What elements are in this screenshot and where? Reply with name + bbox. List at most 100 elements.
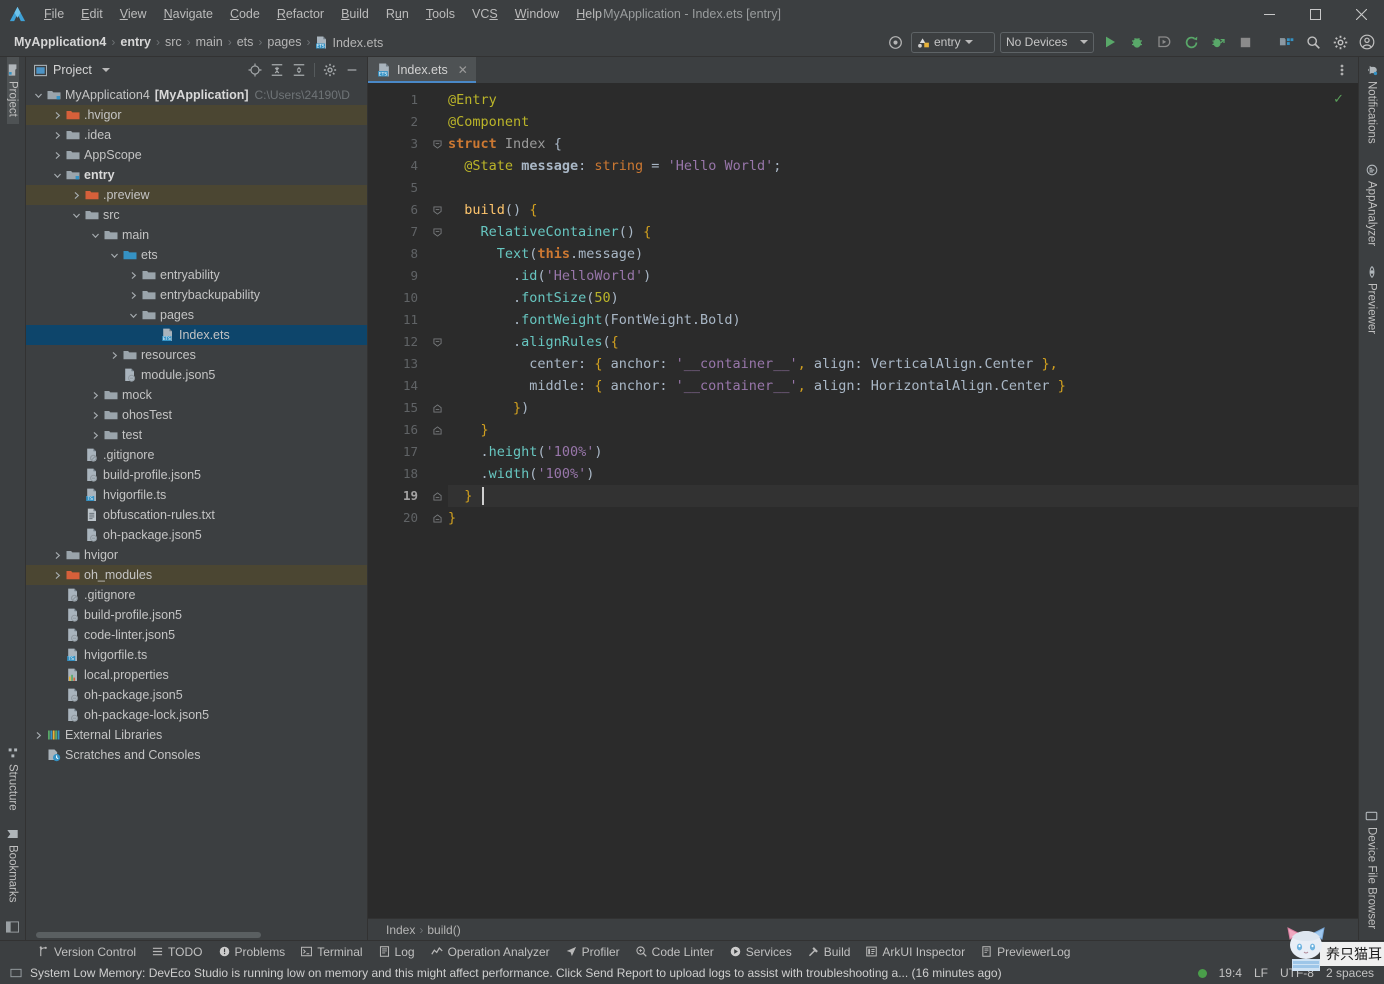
maximize-button[interactable]	[1292, 0, 1338, 28]
chevron-right-icon[interactable]	[70, 185, 83, 205]
line-number[interactable]: 11	[368, 309, 426, 331]
sidebar-item-device-file-browser[interactable]: Device File Browser	[1366, 803, 1378, 936]
tree-node-test[interactable]: test	[26, 425, 367, 445]
fold-marker-end[interactable]	[426, 419, 448, 441]
tree-node-build-profile-json5[interactable]: build-profile.json5	[26, 605, 367, 625]
breadcrumb-item-pages[interactable]: pages	[263, 33, 305, 51]
tree-node-resources[interactable]: resources	[26, 345, 367, 365]
menu-bar[interactable]: FFileile Edit View Navigate Code Refacto…	[36, 3, 610, 25]
tool-window-operation-analyzer[interactable]: Operation Analyzer	[423, 943, 558, 961]
menu-view[interactable]: View	[112, 3, 155, 25]
status-message[interactable]: System Low Memory: DevEco Studio is runn…	[30, 966, 1002, 980]
tree-node-gitignore[interactable]: .gitignore	[26, 445, 367, 465]
tree-node-ets[interactable]: ets	[26, 245, 367, 265]
project-panel-title[interactable]: Project	[34, 63, 110, 77]
tree-node-appscope[interactable]: AppScope	[26, 145, 367, 165]
line-number[interactable]: 17	[368, 441, 426, 463]
menu-build[interactable]: Build	[333, 3, 377, 25]
chevron-down-icon[interactable]	[51, 165, 64, 185]
tree-node-entrybackupability[interactable]: entrybackupability	[26, 285, 367, 305]
code-line-6[interactable]: build() {	[448, 199, 1358, 221]
chevron-right-icon[interactable]	[51, 145, 64, 165]
chevron-down-icon[interactable]	[108, 245, 121, 265]
line-number[interactable]: 20	[368, 507, 426, 529]
select-opened-file-button[interactable]	[245, 60, 265, 80]
breadcrumb-item-project[interactable]: MyApplication4	[10, 33, 110, 51]
chevron-down-icon[interactable]	[127, 305, 140, 325]
line-number[interactable]: 6	[368, 199, 426, 221]
code-line-2[interactable]: @Component	[448, 111, 1358, 133]
line-number[interactable]: 1	[368, 89, 426, 111]
source-code[interactable]: @Entry@Componentstruct Index { @State me…	[448, 83, 1358, 918]
chevron-right-icon[interactable]	[127, 285, 140, 305]
tool-window-terminal[interactable]: Terminal	[293, 943, 370, 961]
line-number[interactable]: 3	[368, 133, 426, 155]
tree-node-module-json5[interactable]: module.json5	[26, 365, 367, 385]
code-folding-gutter[interactable]	[426, 83, 448, 918]
fold-marker-start[interactable]	[426, 221, 448, 243]
menu-tools[interactable]: Tools	[418, 3, 463, 25]
tree-node-gitignore[interactable]: .gitignore	[26, 585, 367, 605]
tab-index-ets[interactable]: ETS Index.ets ✕	[368, 57, 476, 83]
line-number[interactable]: 5	[368, 177, 426, 199]
fold-marker-start[interactable]	[426, 133, 448, 155]
more-options-icon[interactable]	[1332, 60, 1352, 80]
tree-node-oh-package-json5[interactable]: oh-package.json5	[26, 525, 367, 545]
line-number[interactable]: 15	[368, 397, 426, 419]
menu-navigate[interactable]: Navigate	[156, 3, 221, 25]
code-line-1[interactable]: @Entry	[448, 89, 1358, 111]
tree-node-hvigor[interactable]: hvigor	[26, 545, 367, 565]
search-icon[interactable]	[1302, 31, 1324, 53]
tool-window-todo[interactable]: TODO	[144, 943, 210, 961]
line-number[interactable]: 19	[368, 485, 426, 507]
sidebar-item-bookmarks[interactable]: Bookmarks	[7, 821, 19, 910]
tool-window-build[interactable]: Build	[800, 943, 859, 961]
tree-node-code-linter-json5[interactable]: code-linter.json5	[26, 625, 367, 645]
breadcrumb-item-main[interactable]: main	[192, 33, 227, 51]
line-number[interactable]: 10	[368, 287, 426, 309]
code-line-18[interactable]: .width('100%')	[448, 463, 1358, 485]
tree-node-local-properties[interactable]: local.properties	[26, 665, 367, 685]
tree-node-oh-package-json5[interactable]: oh-package.json5	[26, 685, 367, 705]
tree-node-hvigorfile-ts[interactable]: TShvigorfile.ts	[26, 485, 367, 505]
memory-indicator-icon[interactable]	[10, 967, 22, 979]
line-number[interactable]: 13	[368, 353, 426, 375]
code-line-16[interactable]: }	[448, 419, 1358, 441]
chevron-right-icon[interactable]	[89, 425, 102, 445]
tree-node-scratches-and-consoles[interactable]: Scratches and Consoles	[26, 745, 367, 765]
menu-refactor[interactable]: Refactor	[269, 3, 332, 25]
chevron-down-icon[interactable]	[32, 85, 45, 105]
tool-window-profiler[interactable]: Profiler	[558, 943, 628, 961]
code-line-11[interactable]: .fontWeight(FontWeight.Bold)	[448, 309, 1358, 331]
line-number[interactable]: 14	[368, 375, 426, 397]
editor-breadcrumb-build[interactable]: build()	[427, 923, 460, 937]
tree-node-hvigorfile-ts[interactable]: TShvigorfile.ts	[26, 645, 367, 665]
sidebar-item-project[interactable]: Project	[7, 57, 19, 124]
tree-node-entry[interactable]: entry	[26, 165, 367, 185]
attach-debugger-button[interactable]	[1153, 31, 1175, 53]
fold-marker-end[interactable]	[426, 507, 448, 529]
tool-window-version-control[interactable]: Version Control	[30, 943, 144, 961]
menu-window[interactable]: Window	[507, 3, 567, 25]
file-encoding[interactable]: UTF-8	[1280, 966, 1314, 980]
code-line-10[interactable]: .fontSize(50)	[448, 287, 1358, 309]
chevron-right-icon[interactable]	[127, 265, 140, 285]
code-line-15[interactable]: })	[448, 397, 1358, 419]
code-line-13[interactable]: center: { anchor: '__container__', align…	[448, 353, 1358, 375]
fold-marker-start[interactable]	[426, 199, 448, 221]
chevron-right-icon[interactable]	[51, 125, 64, 145]
code-line-14[interactable]: middle: { anchor: '__container__', align…	[448, 375, 1358, 397]
fold-marker-end[interactable]	[426, 397, 448, 419]
code-line-8[interactable]: Text(this.message)	[448, 243, 1358, 265]
line-number[interactable]: 8	[368, 243, 426, 265]
code-line-19[interactable]: }	[448, 485, 1358, 507]
code-line-7[interactable]: RelativeContainer() {	[448, 221, 1358, 243]
line-number[interactable]: 9	[368, 265, 426, 287]
expand-all-button[interactable]	[267, 60, 287, 80]
minimize-button[interactable]	[1246, 0, 1292, 28]
device-selector[interactable]: No Devices	[1000, 32, 1094, 53]
stop-button[interactable]	[1234, 31, 1256, 53]
line-number[interactable]: 7	[368, 221, 426, 243]
editor-breadcrumb-index[interactable]: Index	[386, 923, 415, 937]
breadcrumb-item-src[interactable]: src	[161, 33, 186, 51]
